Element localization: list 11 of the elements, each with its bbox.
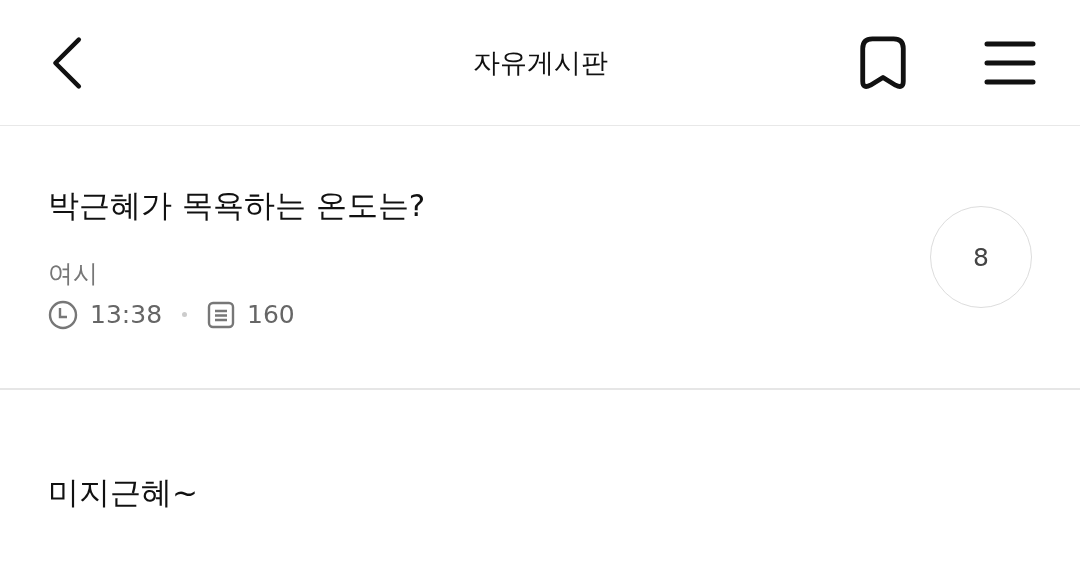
separator-dot [182,312,188,317]
author-name: 여시 [48,257,99,290]
view-count: 160 [247,300,295,329]
board-title: 자유게시판 [471,45,609,80]
post-body: 미지근혜~ [47,473,199,512]
bookmark-icon[interactable] [858,34,908,91]
menu-icon[interactable] [984,39,1036,86]
document-icon [207,300,236,329]
post-title: 박근혜가 목욕하는 온도는? [48,185,426,225]
clock-icon [48,299,78,330]
post-time: 13:38 [90,300,163,329]
